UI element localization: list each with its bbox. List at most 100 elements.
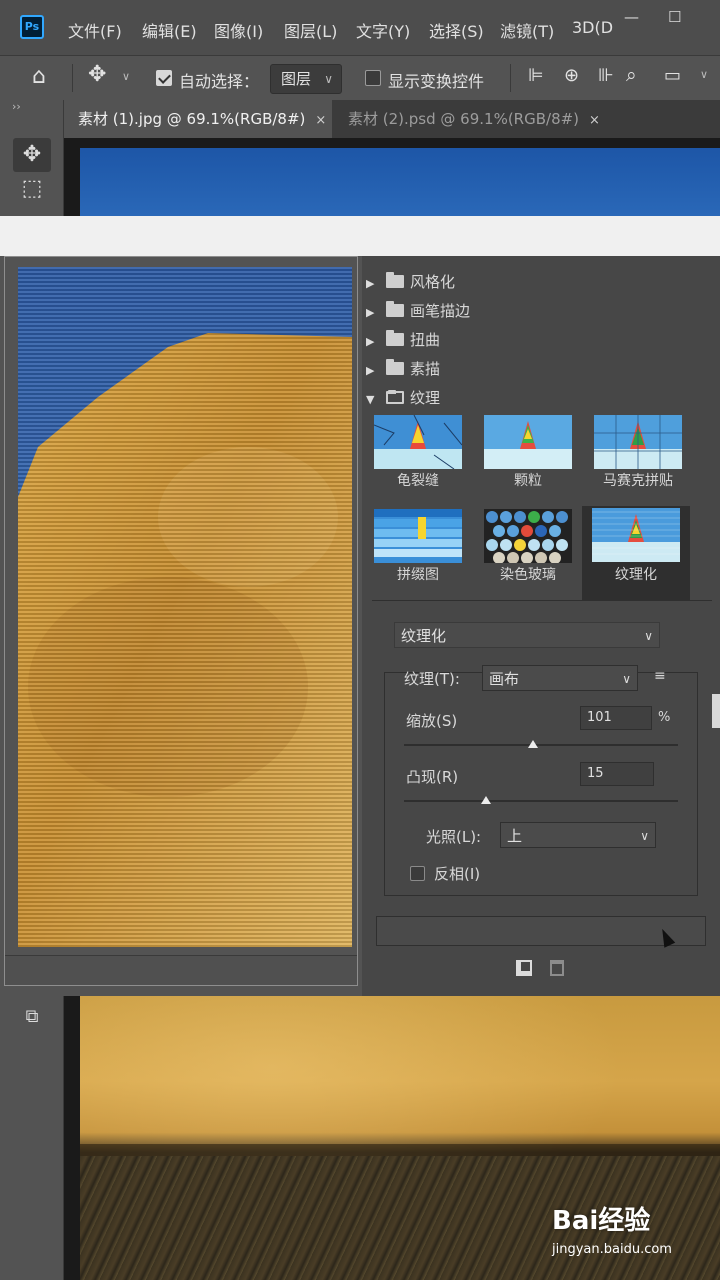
triangle-right-icon: ▶ [366,335,375,348]
category-texture[interactable]: ▼ 纹理 [366,385,440,411]
category-distort[interactable]: ▶ 扭曲 [366,327,440,353]
auto-select-target-value: 图层 [281,70,312,88]
invert-checkbox[interactable] [410,866,425,881]
menu-type[interactable]: 文字(Y) [356,18,410,42]
triangle-right-icon: ▶ [366,364,375,377]
close-icon[interactable]: × [315,113,326,128]
light-dropdown[interactable]: 上 ∨ [500,822,656,848]
light-label: 光照(L): [426,828,482,846]
relief-slider-track[interactable] [404,800,678,802]
filter-grain[interactable]: 颗粒 [478,410,578,496]
filter-label: 龟裂缝 [397,473,439,489]
marquee-tool-icon[interactable]: ⬚ [13,172,51,206]
menu-image[interactable]: 图像(I) [214,18,263,42]
minimize-icon[interactable]: — [624,8,639,26]
relief-slider-thumb[interactable] [481,796,492,804]
menu-layer[interactable]: 图层(L) [284,18,337,42]
filter-stained-glass[interactable]: 染色玻璃 [478,504,578,590]
move-tool-icon[interactable]: ✥ [13,138,51,172]
filter-craquelure[interactable]: 龟裂缝 [368,410,468,496]
show-transform-label: 显示变换控件 [388,72,485,91]
chevron-down-icon: ∨ [324,72,333,86]
menu-3d[interactable]: 3D(D [572,18,613,37]
filter-label: 马赛克拼贴 [603,473,673,489]
menu-bar: Ps 文件(F) 编辑(E) 图像(I) 图层(L) 文字(Y) 选择(S) 滤… [0,0,720,55]
document-tab-bar: 素材 (1).jpg @ 69.1%(RGB/8#) × 素材 (2).psd @… [0,100,720,138]
category-label: 扭曲 [410,331,441,349]
tab-label: 素材 (2).psd @ 69.1%(RGB/8#) [348,110,580,128]
preview-zoom-bar [5,955,357,985]
filter-label: 纹理化 [615,567,657,583]
maximize-icon[interactable]: ☐ [668,8,681,26]
filter-thumbnail [374,509,462,563]
divider [72,64,73,92]
scaling-label: 缩放(S) [406,712,458,730]
chevron-down-icon[interactable]: ∨ [700,68,708,81]
menu-select[interactable]: 选择(S) [429,18,484,42]
chevron-down-icon: ∨ [644,629,653,643]
relief-label: 凸现(R) [406,768,459,786]
collapse-icon[interactable]: ›› [12,100,21,113]
chevron-down-icon: ∨ [640,829,649,843]
tab-label: 素材 (1).jpg @ 69.1%(RGB/8#) [78,110,306,128]
auto-select-target-dropdown[interactable]: 图层 ∨ [270,64,342,94]
watermark: Bai经验 jingyan.baidu.com [552,1200,720,1270]
dialog-side-button[interactable] [712,694,720,728]
texture-label: 纹理(T): [404,670,460,688]
category-brush-strokes[interactable]: ▶ 画笔描边 [366,298,470,324]
relief-input[interactable]: 15 [580,762,654,786]
filter-label: 拼缀图 [397,567,439,583]
close-icon[interactable]: × [589,113,600,128]
screen-mode-icon[interactable]: ⧉ [13,1000,51,1034]
filter-preview-image[interactable] [18,267,352,947]
divider [510,64,511,92]
tab-document-2[interactable]: 素材 (2).psd @ 69.1%(RGB/8#) × [334,100,604,138]
scaling-input[interactable]: 101 [580,706,652,730]
menu-edit[interactable]: 编辑(E) [142,18,197,42]
filter-texturizer[interactable]: 纹理化 [582,506,690,600]
category-sketch[interactable]: ▶ 素描 [366,356,440,382]
align-right-icon[interactable]: ⊪ [598,65,614,86]
filter-thumbnail [594,415,682,469]
new-effect-layer-icon[interactable] [516,960,532,976]
canvas-image-top[interactable] [80,148,720,216]
chevron-down-icon: ∨ [622,672,631,686]
filter-type-dropdown[interactable]: 纹理化 ∨ [394,622,660,648]
search-icon[interactable]: ⌕ [626,64,637,86]
filter-thumbnail [484,415,572,469]
tab-document-1[interactable]: 素材 (1).jpg @ 69.1%(RGB/8#) × [64,100,332,138]
photoshop-logo: Ps [20,15,44,39]
filter-patchwork[interactable]: 拼缀图 [368,504,468,590]
category-label: 画笔描边 [410,302,471,320]
scaling-slider-track[interactable] [404,744,678,746]
category-label: 素描 [410,360,441,378]
options-bar: ⌂ ✥ ∨ 自动选择： 图层 ∨ 显示变换控件 ⊫ ⊕ ⊪ ⌕ ▭ ∨ [0,55,720,100]
auto-select-checkbox[interactable] [156,70,172,86]
auto-select-label: 自动选择： [179,72,260,91]
folder-icon [386,330,404,346]
move-tool-icon[interactable]: ✥ [88,62,106,87]
home-icon[interactable]: ⌂ [32,64,46,89]
trash-icon[interactable] [550,960,564,976]
triangle-right-icon: ▶ [366,306,375,319]
show-transform-checkbox[interactable] [365,70,381,86]
filter-thumbnail [592,508,680,562]
category-label: 纹理 [410,389,441,407]
texture-dropdown[interactable]: 画布 ∨ [482,665,638,691]
align-center-icon[interactable]: ⊕ [564,65,579,86]
chevron-down-icon[interactable]: ∨ [122,70,130,83]
filter-label: 颗粒 [514,473,542,489]
align-left-icon[interactable]: ⊫ [528,65,544,86]
workspace-icon[interactable]: ▭ [664,65,681,86]
texture-menu-icon[interactable]: ≡ [654,668,666,684]
scaling-slider-thumb[interactable] [527,740,538,748]
window-controls: — ☐ [610,8,720,38]
dialog-title-bar[interactable] [0,216,720,256]
menu-filter[interactable]: 滤镜(T) [500,18,554,42]
invert-label: 反相(I) [434,865,481,883]
category-stylize[interactable]: ▶ 风格化 [366,269,455,295]
filter-label: 染色玻璃 [500,567,556,583]
filter-thumbnail [374,415,462,469]
filter-mosaic-tiles[interactable]: 马赛克拼贴 [588,410,688,496]
menu-file[interactable]: 文件(F) [68,18,122,42]
